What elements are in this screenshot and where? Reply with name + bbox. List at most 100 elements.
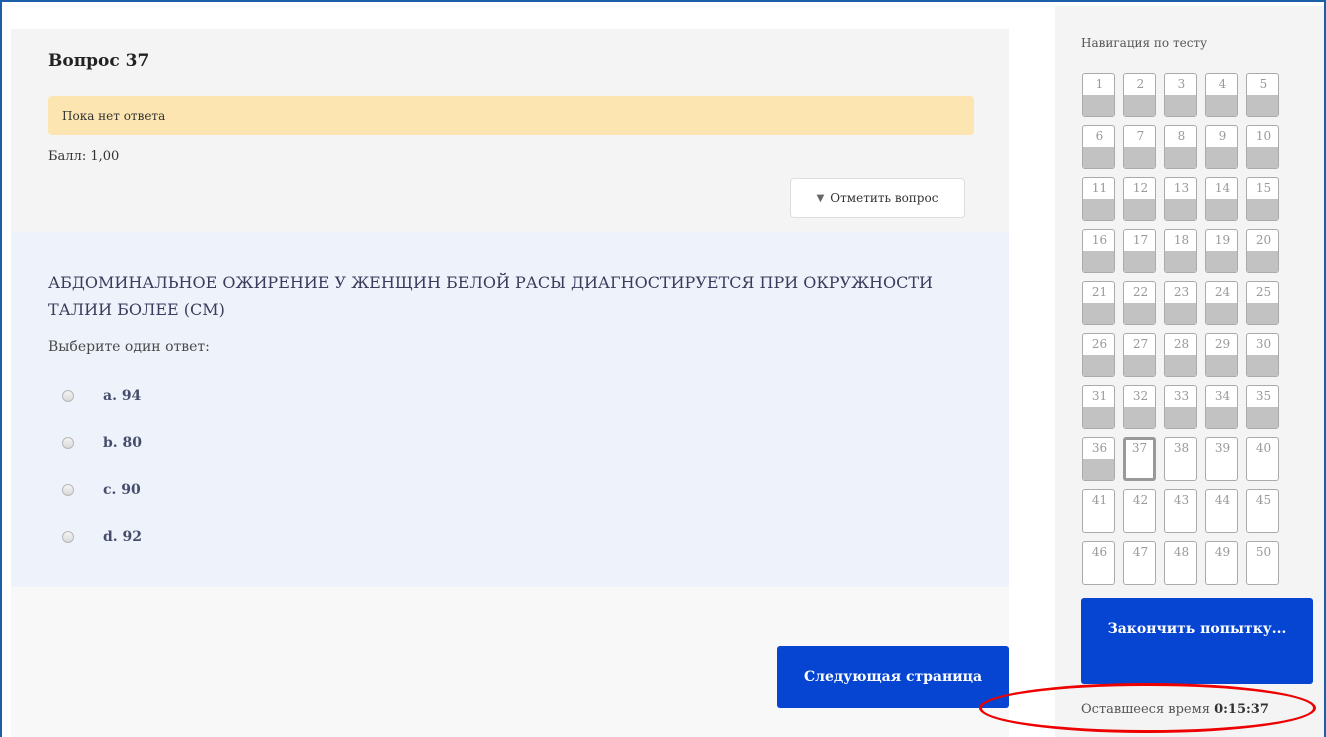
nav-button-23[interactable]: 23 — [1164, 281, 1197, 325]
nav-button-number: 44 — [1214, 493, 1231, 507]
answer-label[interactable]: d. 92 — [103, 529, 142, 545]
nav-button-number: 23 — [1173, 285, 1190, 299]
nav-button-32[interactable]: 32 — [1123, 385, 1156, 429]
flag-icon: ▼ — [816, 192, 825, 204]
nav-button-36[interactable]: 36 — [1082, 437, 1115, 481]
nav-button-50[interactable]: 50 — [1246, 541, 1279, 585]
nav-button-34[interactable]: 34 — [1205, 385, 1238, 429]
radio-button[interactable] — [62, 530, 74, 543]
nav-button-24[interactable]: 24 — [1205, 281, 1238, 325]
nav-button-3[interactable]: 3 — [1164, 73, 1197, 117]
radio-button[interactable] — [62, 483, 74, 496]
answer-label[interactable]: b. 80 — [103, 435, 142, 451]
answered-indicator — [1247, 355, 1278, 376]
nav-button-22[interactable]: 22 — [1123, 281, 1156, 325]
nav-button-17[interactable]: 17 — [1123, 229, 1156, 273]
nav-button-5[interactable]: 5 — [1246, 73, 1279, 117]
flag-question-button[interactable]: ▼ Отметить вопрос — [790, 178, 965, 218]
nav-button-9[interactable]: 9 — [1205, 125, 1238, 169]
nav-button-25[interactable]: 25 — [1246, 281, 1279, 325]
answer-option-b[interactable]: b. 80 — [62, 419, 142, 466]
nav-button-12[interactable]: 12 — [1123, 177, 1156, 221]
nav-button-21[interactable]: 21 — [1082, 281, 1115, 325]
nav-button-10[interactable]: 10 — [1246, 125, 1279, 169]
nav-button-44[interactable]: 44 — [1205, 489, 1238, 533]
nav-button-1[interactable]: 1 — [1082, 73, 1115, 117]
nav-button-45[interactable]: 45 — [1246, 489, 1279, 533]
nav-button-4[interactable]: 4 — [1205, 73, 1238, 117]
nav-button-number: 49 — [1214, 545, 1231, 559]
nav-button-number: 43 — [1173, 493, 1190, 507]
nav-button-40[interactable]: 40 — [1246, 437, 1279, 481]
flag-question-label: Отметить вопрос — [830, 191, 939, 205]
nav-button-number: 12 — [1132, 181, 1149, 195]
nav-button-38[interactable]: 38 — [1164, 437, 1197, 481]
nav-button-31[interactable]: 31 — [1082, 385, 1115, 429]
answered-indicator — [1247, 407, 1278, 428]
nav-button-8[interactable]: 8 — [1164, 125, 1197, 169]
nav-button-37[interactable]: 37 — [1123, 437, 1156, 481]
nav-button-27[interactable]: 27 — [1123, 333, 1156, 377]
nav-button-29[interactable]: 29 — [1205, 333, 1238, 377]
nav-button-14[interactable]: 14 — [1205, 177, 1238, 221]
nav-button-number: 38 — [1173, 441, 1190, 455]
question-info: Вопрос 37 Пока нет ответа Балл: 1,00 ▼ О… — [11, 29, 1009, 232]
nav-button-2[interactable]: 2 — [1123, 73, 1156, 117]
nav-button-15[interactable]: 15 — [1246, 177, 1279, 221]
answered-indicator — [1206, 95, 1237, 116]
answered-indicator — [1083, 407, 1114, 428]
nav-button-number: 10 — [1255, 129, 1272, 143]
finish-attempt-button[interactable]: Закончить попытку... — [1081, 598, 1313, 684]
nav-button-number: 16 — [1091, 233, 1108, 247]
nav-button-30[interactable]: 30 — [1246, 333, 1279, 377]
nav-button-number: 13 — [1173, 181, 1190, 195]
nav-button-49[interactable]: 49 — [1205, 541, 1238, 585]
answer-option-a[interactable]: a. 94 — [62, 372, 142, 419]
next-page-button[interactable]: Следующая страница — [777, 646, 1009, 708]
answered-indicator — [1165, 303, 1196, 324]
nav-button-16[interactable]: 16 — [1082, 229, 1115, 273]
nav-button-7[interactable]: 7 — [1123, 125, 1156, 169]
nav-button-20[interactable]: 20 — [1246, 229, 1279, 273]
nav-button-35[interactable]: 35 — [1246, 385, 1279, 429]
answered-indicator — [1206, 407, 1237, 428]
nav-button-13[interactable]: 13 — [1164, 177, 1197, 221]
nav-button-43[interactable]: 43 — [1164, 489, 1197, 533]
nav-button-number: 31 — [1091, 389, 1108, 403]
nav-button-number: 1 — [1095, 77, 1104, 91]
nav-button-18[interactable]: 18 — [1164, 229, 1197, 273]
nav-button-42[interactable]: 42 — [1123, 489, 1156, 533]
nav-button-number: 50 — [1255, 545, 1272, 559]
nav-button-39[interactable]: 39 — [1205, 437, 1238, 481]
nav-button-47[interactable]: 47 — [1123, 541, 1156, 585]
answered-indicator — [1083, 251, 1114, 272]
radio-button[interactable] — [62, 389, 74, 402]
answer-label[interactable]: a. 94 — [103, 388, 141, 404]
nav-button-number: 22 — [1132, 285, 1149, 299]
answered-indicator — [1083, 303, 1114, 324]
answered-indicator — [1083, 459, 1114, 480]
main-region: Вопрос 37 Пока нет ответа Балл: 1,00 ▼ О… — [11, 29, 1009, 737]
answer-label[interactable]: c. 90 — [103, 482, 141, 498]
answered-indicator — [1124, 407, 1155, 428]
nav-button-19[interactable]: 19 — [1205, 229, 1238, 273]
nav-button-48[interactable]: 48 — [1164, 541, 1197, 585]
nav-button-number: 8 — [1177, 129, 1186, 143]
nav-button-41[interactable]: 41 — [1082, 489, 1115, 533]
nav-button-number: 4 — [1218, 77, 1227, 91]
answer-option-d[interactable]: d. 92 — [62, 513, 142, 560]
nav-button-11[interactable]: 11 — [1082, 177, 1115, 221]
nav-button-46[interactable]: 46 — [1082, 541, 1115, 585]
answer-option-c[interactable]: c. 90 — [62, 466, 142, 513]
nav-button-6[interactable]: 6 — [1082, 125, 1115, 169]
answer-prompt: Выберите один ответ: — [48, 339, 210, 355]
radio-button[interactable] — [62, 436, 74, 449]
nav-button-26[interactable]: 26 — [1082, 333, 1115, 377]
answered-indicator — [1165, 147, 1196, 168]
highlight-annotation — [979, 683, 1316, 733]
answered-indicator — [1083, 95, 1114, 116]
nav-button-28[interactable]: 28 — [1164, 333, 1197, 377]
nav-button-33[interactable]: 33 — [1164, 385, 1197, 429]
nav-button-number: 21 — [1091, 285, 1108, 299]
answered-indicator — [1124, 95, 1155, 116]
